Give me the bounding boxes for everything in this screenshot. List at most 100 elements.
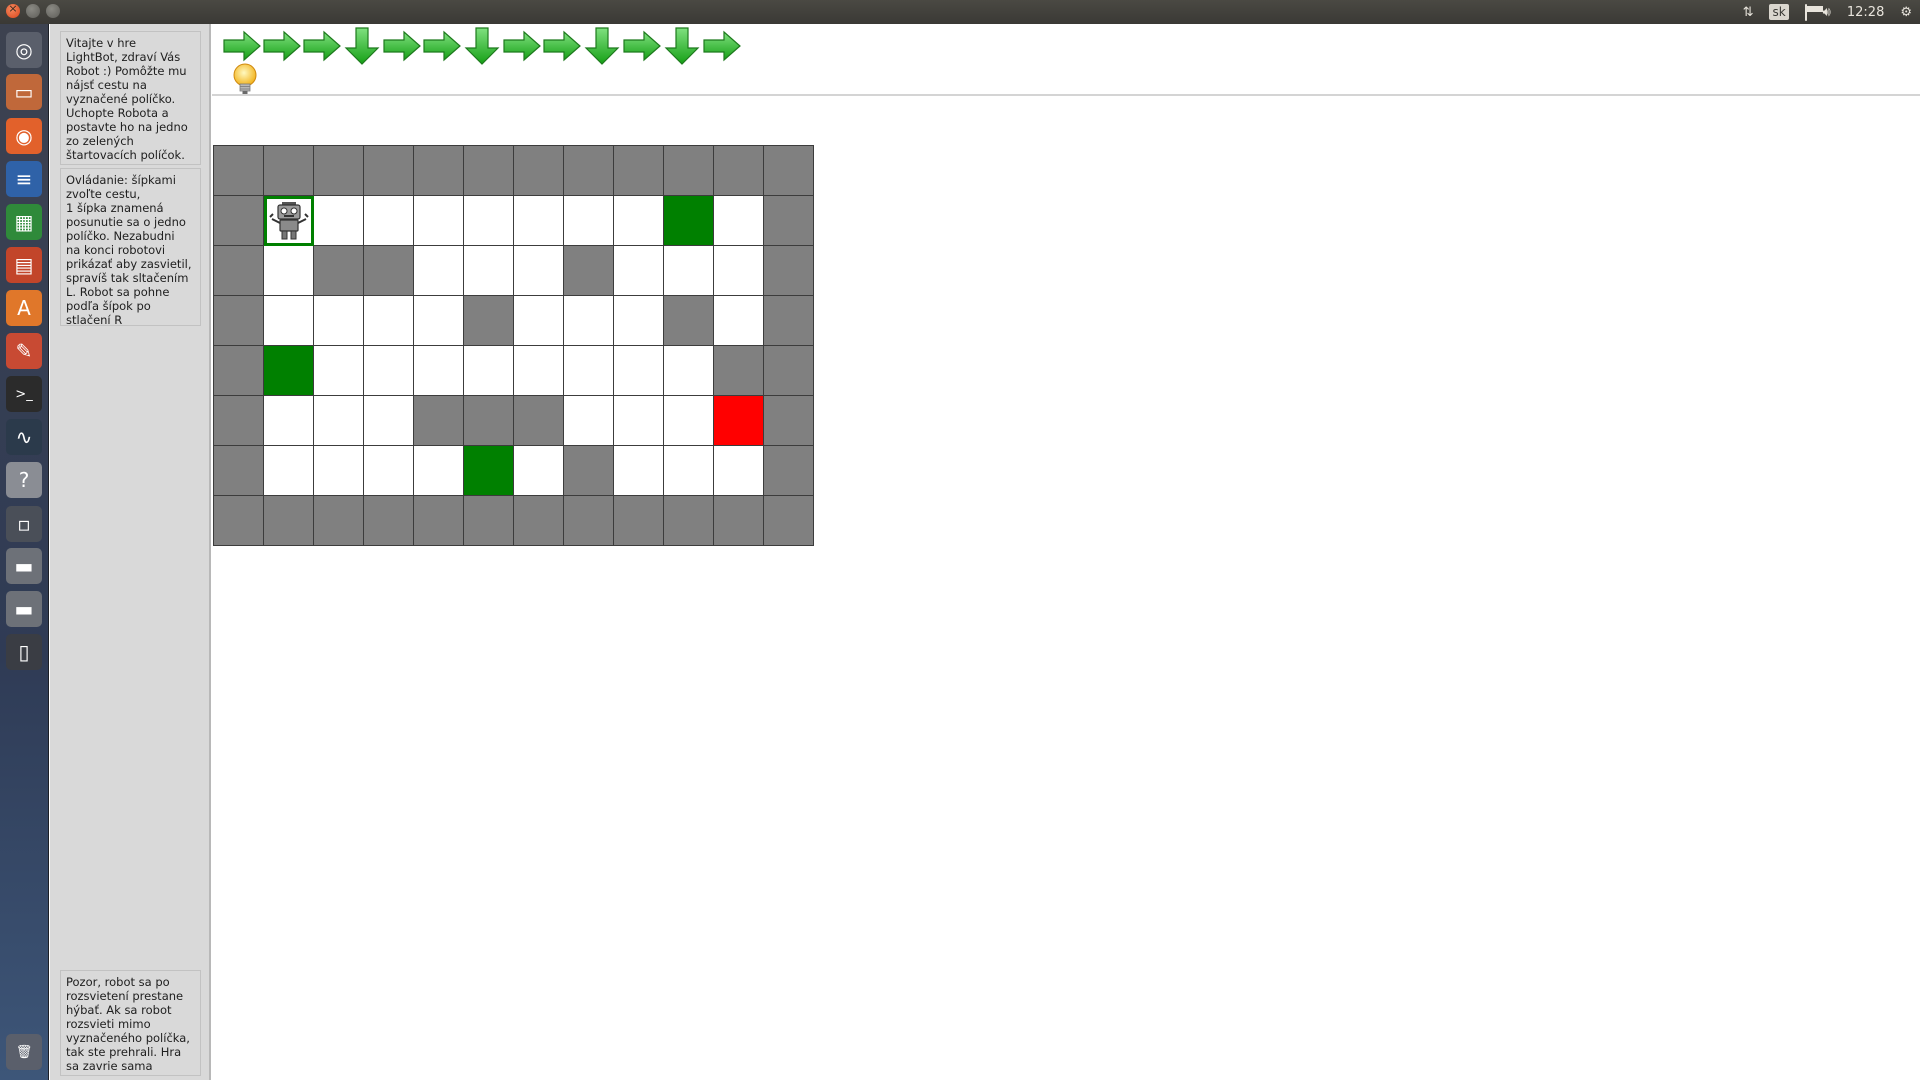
wall-cell <box>214 146 264 196</box>
free-cell[interactable] <box>364 446 414 496</box>
free-cell[interactable] <box>664 446 714 496</box>
free-cell[interactable] <box>614 346 664 396</box>
start-cell[interactable] <box>264 346 314 396</box>
free-cell[interactable] <box>714 246 764 296</box>
dash-icon[interactable]: ◎ <box>6 32 42 68</box>
free-cell[interactable] <box>514 296 564 346</box>
free-cell[interactable] <box>314 446 364 496</box>
free-cell[interactable] <box>714 196 764 246</box>
arrow-down-icon[interactable] <box>582 26 622 66</box>
free-cell[interactable] <box>464 246 514 296</box>
writer-icon[interactable]: ≡ <box>6 161 42 197</box>
system-settings-icon[interactable]: ✎ <box>6 333 42 369</box>
free-cell[interactable] <box>314 346 364 396</box>
free-cell[interactable] <box>414 346 464 396</box>
network-icon[interactable]: ⇅ <box>1743 5 1754 20</box>
clock[interactable]: 12:28 <box>1847 5 1884 20</box>
files-icon[interactable]: ▭ <box>6 74 42 110</box>
workspace-switcher-icon[interactable]: ▫ <box>6 506 42 542</box>
impress-icon[interactable]: ▤ <box>6 247 42 283</box>
battery-icon[interactable] <box>1804 3 1823 21</box>
phone-icon[interactable]: ▯ <box>6 634 42 670</box>
free-cell[interactable] <box>464 346 514 396</box>
arrow-right-icon[interactable] <box>702 26 742 66</box>
keyboard-layout-indicator[interactable]: sk <box>1769 4 1789 20</box>
free-cell[interactable] <box>314 296 364 346</box>
calc-icon[interactable]: ▦ <box>6 204 42 240</box>
robot-cell[interactable] <box>264 196 314 246</box>
free-cell[interactable] <box>364 296 414 346</box>
free-cell[interactable] <box>564 396 614 446</box>
software-center-icon[interactable]: A <box>6 290 42 326</box>
free-cell[interactable] <box>614 396 664 446</box>
arrow-right-icon[interactable] <box>622 26 662 66</box>
window-maximize-button[interactable] <box>46 4 60 18</box>
free-cell[interactable] <box>664 346 714 396</box>
arrow-right-icon[interactable] <box>502 26 542 66</box>
free-cell[interactable] <box>614 196 664 246</box>
wall-cell <box>214 446 264 496</box>
free-cell[interactable] <box>664 246 714 296</box>
free-cell[interactable] <box>514 346 564 396</box>
arrow-down-icon[interactable] <box>662 26 702 66</box>
trash-icon[interactable]: 🗑︎ <box>6 1034 42 1070</box>
arrow-right-icon[interactable] <box>302 26 342 66</box>
robot-icon[interactable] <box>267 199 311 243</box>
arrow-right-icon[interactable] <box>382 26 422 66</box>
system-monitor-icon[interactable]: ∿ <box>6 419 42 455</box>
wall-cell <box>764 346 814 396</box>
window-close-button[interactable]: × <box>6 2 20 18</box>
free-cell[interactable] <box>564 196 614 246</box>
free-cell[interactable] <box>364 346 414 396</box>
free-cell[interactable] <box>314 396 364 446</box>
wall-cell <box>214 296 264 346</box>
drive-icon[interactable]: ▬ <box>6 591 42 627</box>
free-cell[interactable] <box>264 446 314 496</box>
start-cell[interactable] <box>664 196 714 246</box>
free-cell[interactable] <box>264 246 314 296</box>
free-cell[interactable] <box>314 196 364 246</box>
volume-icon[interactable]: 🔊︎ <box>1823 5 1831 20</box>
start-cell[interactable] <box>464 446 514 496</box>
arrow-down-icon[interactable] <box>342 26 382 66</box>
arrow-right-icon[interactable] <box>262 26 302 66</box>
wall-cell <box>414 496 464 546</box>
free-cell[interactable] <box>664 396 714 446</box>
free-cell[interactable] <box>514 446 564 496</box>
launcher: ◎ ▭ ◉ ≡ ▦ ▤ A ✎ >_ ∿? ▫ ▬ ▬ ▯ 🗑︎ <box>0 24 49 1080</box>
help-icon[interactable]: ? <box>6 462 42 498</box>
free-cell[interactable] <box>564 296 614 346</box>
free-cell[interactable] <box>714 446 764 496</box>
firefox-icon[interactable]: ◉ <box>6 118 42 154</box>
wall-cell <box>214 196 264 246</box>
free-cell[interactable] <box>564 346 614 396</box>
arrow-right-icon[interactable] <box>542 26 582 66</box>
window-minimize-button[interactable] <box>26 4 40 18</box>
free-cell[interactable] <box>614 296 664 346</box>
arrow-right-icon[interactable] <box>222 26 262 66</box>
free-cell[interactable] <box>464 196 514 246</box>
arrow-right-icon[interactable] <box>422 26 462 66</box>
free-cell[interactable] <box>714 296 764 346</box>
free-cell[interactable] <box>364 396 414 446</box>
goal-cell[interactable] <box>714 396 764 446</box>
free-cell[interactable] <box>514 196 564 246</box>
drive-icon[interactable]: ▬ <box>6 548 42 584</box>
free-cell[interactable] <box>414 196 464 246</box>
free-cell[interactable] <box>414 296 464 346</box>
free-cell[interactable] <box>264 396 314 446</box>
free-cell[interactable] <box>364 196 414 246</box>
free-cell[interactable] <box>264 296 314 346</box>
settings-gear-icon[interactable]: ⚙ <box>1900 5 1912 20</box>
free-cell[interactable] <box>614 446 664 496</box>
wall-cell <box>464 496 514 546</box>
arrow-down-icon[interactable] <box>462 26 502 66</box>
free-cell[interactable] <box>414 446 464 496</box>
free-cell[interactable] <box>414 246 464 296</box>
free-cell[interactable] <box>514 246 564 296</box>
free-cell[interactable] <box>614 246 664 296</box>
wall-cell <box>314 496 364 546</box>
terminal-icon[interactable]: >_ <box>6 376 42 412</box>
light-bulb-icon[interactable] <box>230 62 260 96</box>
welcome-text: Vitajte v hre LightBot, zdraví Vás Robot… <box>60 31 201 165</box>
